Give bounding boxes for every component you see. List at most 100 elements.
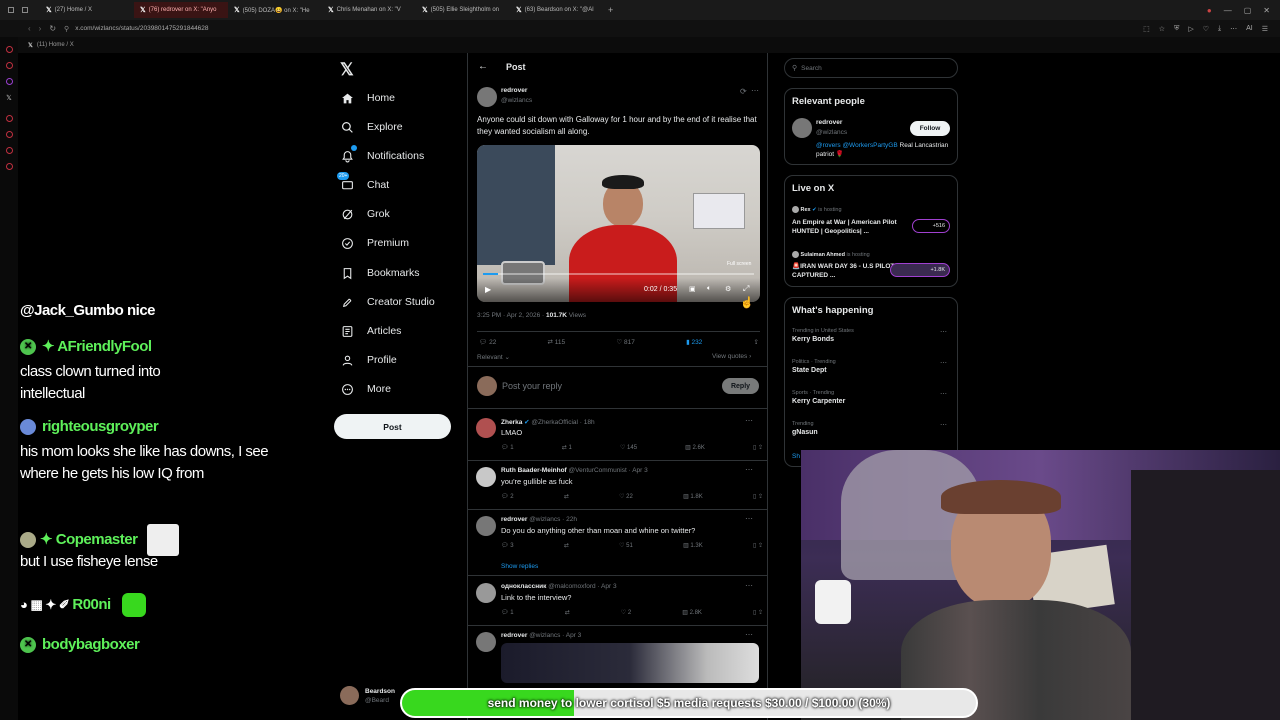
- follow-button[interactable]: Follow: [910, 121, 950, 136]
- live-item[interactable]: Sulaiman Ahmed is hosting: [792, 251, 870, 258]
- relevant-name[interactable]: redrover: [816, 119, 842, 126]
- nav-grok[interactable]: Grok: [340, 207, 390, 221]
- reply-sort[interactable]: Relevant ⌄: [477, 353, 510, 361]
- back-arrow-icon[interactable]: ←: [478, 61, 488, 72]
- more-icon[interactable]: ⋯: [940, 390, 947, 398]
- repost-action[interactable]: ⇄ 1: [562, 444, 572, 451]
- browser-tab[interactable]: 𝕏 (27) Home / X: [40, 2, 134, 18]
- reply-author[interactable]: Ruth Baader-Meinhof: [501, 467, 567, 474]
- grok-icon[interactable]: ⟳: [740, 87, 747, 96]
- bookmark-action[interactable]: ▮ 232: [686, 338, 702, 346]
- sidebar-app-icon[interactable]: [5, 131, 13, 138]
- sidebar-app-icon[interactable]: [5, 62, 13, 69]
- browser-tab[interactable]: 𝕏 (505) Ellie Sleightholm on: [416, 2, 510, 18]
- share-icon[interactable]: ⇪: [754, 338, 759, 346]
- settings-icon[interactable]: ⚙: [725, 285, 731, 293]
- browser-tab-active[interactable]: 𝕏 (76) redrover on X: "Anyo: [134, 2, 228, 18]
- maximize-icon[interactable]: ▢: [1244, 6, 1252, 15]
- like-action[interactable]: ♡ 22: [619, 493, 633, 500]
- bookmark-icon[interactable]: ▯ ⇪: [753, 609, 763, 616]
- volume-icon[interactable]: 🔈︎: [707, 285, 711, 293]
- avatar[interactable]: [792, 118, 812, 138]
- reply-action[interactable]: 💬︎ 1: [501, 609, 514, 616]
- live-item[interactable]: Rex ✔ is hosting: [792, 206, 842, 213]
- like-action[interactable]: ♡ 2: [621, 609, 631, 616]
- reply-author[interactable]: Zherka: [501, 419, 522, 426]
- search-input[interactable]: ⚲ Search: [784, 58, 958, 78]
- nav-more[interactable]: More: [340, 382, 391, 396]
- more-icon[interactable]: ⋯: [940, 359, 947, 367]
- bookmark-star-icon[interactable]: ☆: [1159, 25, 1165, 33]
- more-icon[interactable]: ⋯: [745, 416, 753, 425]
- sidebar-app-icon[interactable]: [5, 115, 13, 122]
- nav-creator-studio[interactable]: Creator Studio: [340, 295, 435, 309]
- url-field[interactable]: x.com/wizlancs/status/203980147529184462…: [75, 25, 208, 32]
- more-icon[interactable]: ⋯: [745, 630, 753, 639]
- views-action[interactable]: ▥ 1.8K: [683, 493, 703, 500]
- show-replies-link[interactable]: Show replies: [501, 563, 538, 570]
- captions-icon[interactable]: ▣: [689, 285, 696, 293]
- tab-list-icon[interactable]: [22, 7, 28, 13]
- nav-notifications[interactable]: Notifications: [340, 145, 424, 163]
- video-progress-track[interactable]: [483, 273, 754, 275]
- nav-profile[interactable]: Profile: [340, 353, 397, 367]
- bookmark-icon[interactable]: ▯ ⇪: [753, 493, 763, 500]
- x-logo-icon[interactable]: 𝕏: [340, 60, 354, 80]
- more-icon[interactable]: ⋯: [751, 86, 759, 95]
- minimize-icon[interactable]: —: [1224, 6, 1232, 15]
- fullscreen-icon[interactable]: ⤢: [743, 284, 749, 294]
- video-player[interactable]: Full screen ▶ 0:02 / 0:35 ▣ 🔈︎ ⚙ ⤢: [477, 145, 760, 302]
- nav-home[interactable]: Home: [340, 91, 395, 105]
- more-icon[interactable]: ⋯: [940, 328, 947, 336]
- repost-action[interactable]: ⇄: [564, 542, 569, 549]
- forward-icon[interactable]: ›: [39, 24, 42, 33]
- nav-chat[interactable]: 20+ Chat: [337, 172, 389, 192]
- views-action[interactable]: ▥ 1.3K: [683, 542, 703, 549]
- post-author-name[interactable]: redrover: [501, 87, 527, 94]
- tools-icon[interactable]: ⋯: [1230, 25, 1237, 33]
- reply-action[interactable]: 💬︎ 1: [501, 444, 514, 451]
- back-icon[interactable]: ‹: [28, 24, 31, 33]
- live-title-text[interactable]: An Empire at War | American Pilot HUNTED…: [792, 218, 902, 236]
- reply-image[interactable]: [501, 643, 759, 683]
- views-action[interactable]: ▥ 2.8K: [682, 609, 702, 616]
- nav-explore[interactable]: Explore: [340, 120, 403, 134]
- download-icon[interactable]: ⤓: [1218, 25, 1221, 33]
- shield-icon[interactable]: ⛨: [1174, 25, 1179, 33]
- repost-action[interactable]: ⇄: [564, 493, 569, 500]
- more-icon[interactable]: ⋯: [940, 421, 947, 429]
- more-icon[interactable]: ⋯: [745, 581, 753, 590]
- extension-icon[interactable]: ⬚: [1143, 25, 1150, 33]
- browser-tab[interactable]: 𝕏 (505) DOZA😀 on X: "He: [228, 2, 322, 18]
- like-action[interactable]: ♡ 51: [619, 542, 633, 549]
- account-switcher[interactable]: Beardson @Beard: [340, 686, 395, 705]
- trend-item[interactable]: Sports · Trending Kerry Carpenter: [792, 390, 845, 405]
- more-icon[interactable]: ⋯: [745, 465, 753, 474]
- play-icon[interactable]: ▶: [485, 285, 491, 294]
- reply-author[interactable]: redrover: [501, 516, 527, 523]
- reload-icon[interactable]: ↻: [49, 24, 56, 33]
- bio-link[interactable]: @rovers @WorkersPartyGB: [816, 142, 898, 149]
- reply-input[interactable]: Post your reply: [502, 381, 562, 391]
- bookmark-icon[interactable]: ▯ ⇪: [753, 542, 763, 549]
- reply-author[interactable]: redrover: [501, 632, 527, 639]
- record-icon[interactable]: ●: [1207, 6, 1212, 15]
- nav-articles[interactable]: Articles: [340, 324, 401, 338]
- bookmark-icon[interactable]: ▯ ⇪: [753, 444, 763, 451]
- live-title-text[interactable]: 🚨IRAN WAR DAY 36 - U.S PILOT CAPTURED ..…: [792, 262, 902, 280]
- avatar[interactable]: [477, 87, 497, 107]
- nav-bookmarks[interactable]: Bookmarks: [340, 266, 420, 280]
- close-window-icon[interactable]: ✕: [1263, 6, 1270, 15]
- menu-icon[interactable]: ☰: [1262, 25, 1268, 33]
- sidebar-app-icon[interactable]: [5, 147, 13, 154]
- reply-button[interactable]: Reply: [722, 378, 759, 394]
- repost-action[interactable]: ⇄ 115: [548, 338, 566, 346]
- post-button[interactable]: Post: [334, 414, 451, 439]
- sidebar-app-icon[interactable]: [5, 163, 13, 170]
- ai-button[interactable]: AI: [1246, 25, 1253, 33]
- reply-author[interactable]: одноклассник: [501, 583, 546, 590]
- heart-icon[interactable]: ♡: [1203, 25, 1209, 33]
- bookmark-home-x[interactable]: (11) Home / X: [37, 42, 74, 48]
- x-logo-icon[interactable]: 𝕏: [6, 94, 13, 102]
- view-quotes-link[interactable]: View quotes ›: [712, 353, 751, 360]
